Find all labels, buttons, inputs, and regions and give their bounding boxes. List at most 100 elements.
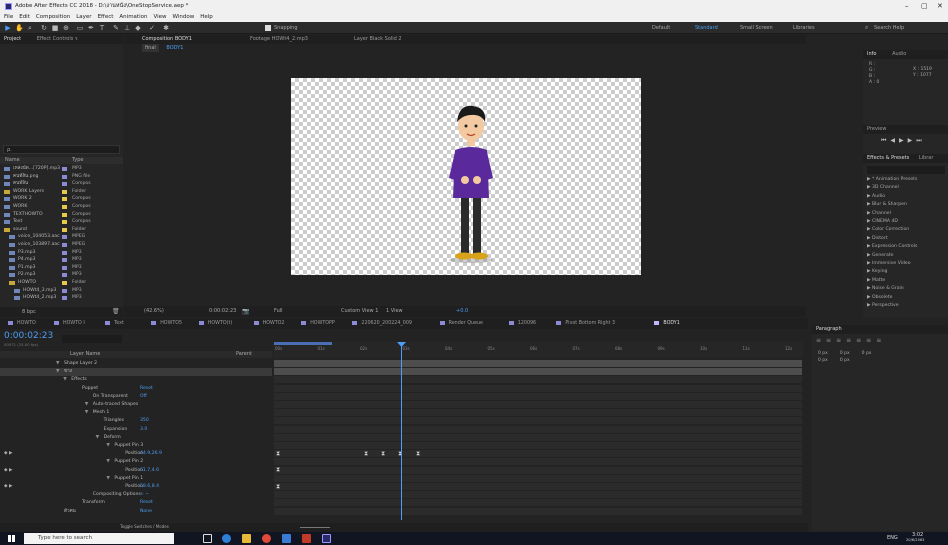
justify-all-icon[interactable]: ≡ [876, 337, 886, 344]
label-color-swatch[interactable] [62, 189, 67, 194]
property-value[interactable]: 61.7,4.6 [140, 467, 159, 475]
zoom-slider[interactable] [300, 527, 330, 528]
timeline-layer-row[interactable]: Puppet Reset [0, 385, 272, 393]
tab-layer[interactable]: Layer Black Solid 2 [354, 35, 402, 44]
camera-tool-icon[interactable]: ■ [51, 24, 59, 32]
chrome-icon[interactable] [262, 534, 271, 543]
effects-category[interactable]: ▶ Immersive Video [867, 261, 911, 267]
layer-duration-bar[interactable] [274, 384, 802, 392]
project-item[interactable]: sound Folder [0, 226, 123, 234]
property-value[interactable]: + − [140, 491, 149, 499]
layer-duration-bar[interactable] [274, 360, 802, 367]
after-effects-taskbar-icon[interactable] [322, 534, 331, 543]
keyframe-icon[interactable]: ⧗ [364, 450, 368, 457]
snapshot-icon[interactable]: 📷 [242, 306, 249, 317]
label-color-swatch[interactable] [62, 250, 67, 255]
timeline-layer-row[interactable]: ◆ ▶ Position 44.9,26.9 [0, 450, 272, 458]
timeline-tab[interactable]: Pivot Bottom Right 3 [556, 318, 615, 329]
minimize-button[interactable]: – [905, 3, 909, 10]
keyframe-icon[interactable]: ⧗ [276, 450, 280, 457]
layer-duration-bar[interactable] [274, 507, 802, 515]
tab-effects-presets[interactable]: Effects & Presets [867, 155, 909, 161]
layer-duration-bar[interactable] [274, 417, 802, 425]
work-area-bar[interactable] [274, 342, 332, 345]
project-item[interactable]: voice_103897.aac MPEG [0, 241, 123, 249]
timeline-tab[interactable]: HOWTO I [54, 318, 85, 329]
timeline-layer-row[interactable]: On Transparent Off [0, 393, 272, 401]
timeline-layer-row[interactable]: Compositing Options + − [0, 491, 272, 499]
menu-window[interactable]: Window [173, 14, 195, 20]
search-help-input[interactable]: Search Help [874, 26, 904, 31]
timeline-layer-row[interactable]: Triangles 350 [0, 417, 272, 425]
zoom-tool-icon[interactable]: ⌕ [26, 24, 34, 32]
project-item[interactable]: voice_104053.aac MPEG [0, 233, 123, 241]
maximize-button[interactable]: ▢ [921, 3, 928, 10]
twirl-arrow-icon[interactable]: ▼ [85, 409, 89, 417]
stopwatch-icon[interactable]: ◆ ▶ [4, 467, 13, 475]
justify-left-icon[interactable]: ≡ [846, 337, 856, 344]
layer-duration-bar[interactable] [274, 401, 802, 408]
effects-category[interactable]: ▶ Generate [867, 253, 893, 259]
effects-category[interactable]: ▶ Perspective [867, 303, 899, 309]
layer-duration-bar[interactable] [274, 450, 802, 458]
layer-duration-bar[interactable] [274, 409, 802, 417]
effects-category[interactable]: ▶ Noise & Grain [867, 286, 904, 292]
effects-category[interactable]: ▶ CINEMA 4D [867, 219, 898, 225]
tab-footage[interactable]: Footage HOWt4_2.mp3 [250, 35, 308, 44]
timeline-tab[interactable]: BODY1 [654, 318, 680, 329]
composition-canvas[interactable] [291, 78, 641, 275]
effects-category[interactable]: ▶ 3D Channel [867, 186, 899, 191]
menu-help[interactable]: Help [200, 14, 213, 20]
label-color-swatch[interactable] [62, 288, 67, 293]
timeline-layer-row[interactable]: ▼ Puppet Pin 2 [0, 458, 272, 466]
project-item[interactable]: HOWt4_3.mp3 MP3 [0, 287, 123, 295]
timeline-layer-row[interactable]: Transform Reset [0, 499, 272, 507]
layer-duration-bar[interactable] [274, 425, 802, 433]
effects-category[interactable]: ▶ Keying [867, 270, 887, 275]
timeline-timecode[interactable]: 0:00:02:23 [4, 332, 53, 341]
timeline-tab[interactable]: HOWTO [8, 318, 36, 329]
keyframe-icon[interactable]: ⧗ [276, 467, 280, 473]
twirl-arrow-icon[interactable]: ▼ [106, 475, 110, 483]
task-view-icon[interactable] [203, 534, 212, 543]
search-help-icon[interactable]: ⌕ [865, 25, 868, 31]
label-color-swatch[interactable] [62, 182, 67, 187]
time-ruler[interactable]: 00s 01s 02s 03s 04s 05s 06s 07s 08s 09s 10s 11s 12s [273, 342, 803, 358]
column-type[interactable]: Type [72, 158, 83, 163]
windows-start-icon[interactable] [8, 535, 15, 542]
keyframe-icon[interactable]: ⧗ [276, 483, 280, 490]
tab-preview[interactable]: Preview [867, 126, 886, 132]
timeline-tab[interactable]: HOWTO2 [253, 318, 284, 329]
project-item[interactable]: P2.mp3 MP3 [0, 271, 123, 279]
timeline-tab[interactable]: HOWTO(t) [198, 318, 232, 329]
layer-duration-bar[interactable] [274, 499, 802, 507]
next-frame-icon[interactable]: ▶ [908, 137, 917, 144]
pan-behind-tool-icon[interactable]: ⊕ [62, 24, 70, 32]
stopwatch-icon[interactable]: ◆ ▶ [4, 483, 13, 491]
layer-duration-bar[interactable] [274, 442, 802, 449]
view-layout-dropdown[interactable]: 1 View [386, 306, 403, 317]
column-layer-name[interactable]: Layer Name [70, 352, 100, 357]
roto-brush-tool-icon[interactable]: ✓ [148, 24, 156, 32]
workspace-small-screen[interactable]: Small Screen [740, 26, 773, 31]
property-value[interactable]: Reset [140, 385, 153, 393]
tab-effect-controls[interactable]: Effect Controls ร [37, 36, 78, 42]
effects-search-input[interactable] [867, 166, 945, 174]
tab-libraries[interactable]: Librar [919, 155, 934, 161]
space-after-value[interactable]: 0 px [840, 358, 850, 363]
label-color-swatch[interactable] [62, 265, 67, 270]
column-name[interactable]: Name [5, 158, 20, 163]
tray-language[interactable]: ENG [887, 536, 898, 541]
current-time-display[interactable]: 0:00:02:23 [209, 306, 236, 317]
pen-tool-icon[interactable]: ✒ [87, 24, 95, 32]
breadcrumb-body1[interactable]: BODY1 [166, 45, 183, 51]
layer-duration-bar[interactable] [274, 491, 802, 499]
layer-duration-bar[interactable] [274, 466, 802, 474]
effects-category[interactable]: ▶ Obsolete [867, 295, 892, 301]
effects-category[interactable]: ▶ * Animation Presets [867, 177, 917, 183]
layer-duration-bar[interactable] [274, 392, 802, 400]
label-color-swatch[interactable] [62, 296, 67, 301]
magnification-dropdown[interactable]: (42.6%) [144, 306, 164, 317]
layer-duration-bar[interactable] [274, 474, 802, 482]
justify-right-icon[interactable]: ≡ [866, 337, 876, 344]
